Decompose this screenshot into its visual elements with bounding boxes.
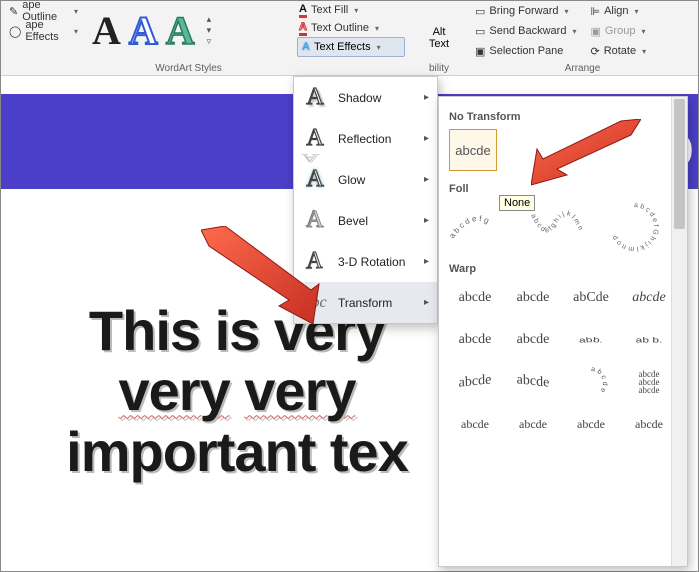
gallery-scrollbar[interactable] bbox=[671, 97, 687, 566]
follow-path-wave[interactable]: a b c d e f g h i j k l m n bbox=[527, 201, 585, 253]
shape-effects-button[interactable]: ◯ape Effects▾ bbox=[7, 21, 80, 41]
chevron-down-icon: ▾ bbox=[74, 7, 78, 16]
ribbon: ✎ape Outline▾ ◯ape Effects▾ A A A ▴ ▾ ▿ … bbox=[1, 1, 698, 76]
chevron-down-icon: ▾ bbox=[377, 43, 381, 52]
warp-thumb[interactable]: abcde bbox=[449, 407, 501, 441]
menu-shadow[interactable]: AShadow▸ bbox=[294, 77, 437, 118]
text-effects-group: AText Fill▾ AText Outline▾ AText Effects… bbox=[291, 1, 411, 75]
gallery-up-icon[interactable]: ▴ bbox=[207, 14, 212, 25]
text-outline-icon: A bbox=[299, 21, 307, 36]
bring-forward-button[interactable]: ▭Bring Forward▾ bbox=[473, 1, 578, 21]
svg-text:a b c d e f G h i j k l m n o: a b c d e f G h i j k l m n o p bbox=[611, 202, 659, 252]
warp-thumb[interactable]: abcde bbox=[565, 407, 617, 441]
wordart-style-3[interactable]: A bbox=[166, 11, 195, 51]
warp-thumb[interactable]: a b c d e bbox=[565, 365, 617, 399]
align-button[interactable]: ⊫Align▾ bbox=[588, 1, 648, 21]
rotate-button[interactable]: ⟳Rotate▾ bbox=[588, 41, 648, 61]
chevron-down-icon: ▾ bbox=[74, 27, 78, 36]
warp-thumb[interactable]: abcdeabcdeabcde bbox=[623, 365, 671, 399]
warp-thumb[interactable]: abcde bbox=[449, 362, 501, 401]
section-no-transform: No Transform bbox=[449, 111, 667, 123]
gallery-down-icon[interactable]: ▾ bbox=[207, 25, 212, 36]
chevron-down-icon: ▾ bbox=[354, 6, 358, 15]
wordart-style-2[interactable]: A bbox=[129, 11, 158, 51]
text-fill-button[interactable]: AText Fill▾ bbox=[297, 1, 405, 19]
menu-transform[interactable]: abcTransform▸ bbox=[294, 282, 437, 323]
transform-gallery: No Transform abcde Foll a b c d e f g a … bbox=[438, 96, 688, 567]
scrollbar-thumb[interactable] bbox=[674, 99, 685, 229]
warp-thumb[interactable]: abcde bbox=[507, 362, 559, 401]
menu-3d-rotation[interactable]: A3-D Rotation▸ bbox=[294, 241, 437, 282]
svg-text:a b c d e: a b c d e bbox=[591, 367, 608, 393]
section-warp: Warp bbox=[449, 263, 667, 275]
bring-forward-icon: ▭ bbox=[475, 5, 485, 18]
transform-none-thumb[interactable]: abcde bbox=[449, 129, 497, 171]
shape-styles-group: ✎ape Outline▾ ◯ape Effects▾ bbox=[1, 1, 86, 75]
shape-outline-button[interactable]: ✎ape Outline▾ bbox=[7, 1, 80, 21]
alt-text-button[interactable]: Alt Text bbox=[429, 26, 449, 50]
warp-thumb[interactable]: abcde bbox=[449, 323, 501, 357]
document-body-text[interactable]: This is very very very important tex bbox=[37, 301, 437, 482]
menu-glow[interactable]: AGlow▸ bbox=[294, 159, 437, 200]
warp-thumb[interactable]: abb. bbox=[565, 323, 617, 357]
warp-thumb[interactable]: abcde bbox=[623, 407, 671, 441]
chevron-right-icon: ▸ bbox=[424, 92, 429, 103]
warp-thumb[interactable]: abcde bbox=[507, 281, 559, 315]
align-icon: ⊫ bbox=[590, 5, 600, 18]
text-fill-icon: A bbox=[299, 3, 307, 18]
group-label: WordArt Styles bbox=[86, 63, 291, 74]
effects-icon: ◯ bbox=[9, 25, 21, 38]
menu-reflection[interactable]: AAReflection▸ bbox=[294, 118, 437, 159]
text-outline-button[interactable]: AText Outline▾ bbox=[297, 19, 405, 37]
group-button[interactable]: ▣Group▾ bbox=[588, 21, 648, 41]
pen-icon: ✎ bbox=[9, 5, 18, 18]
warp-thumb[interactable]: ab b. bbox=[623, 323, 671, 357]
menu-bevel[interactable]: ABevel▸ bbox=[294, 200, 437, 241]
warp-thumb[interactable]: abcde bbox=[507, 407, 559, 441]
wordart-style-1[interactable]: A bbox=[92, 11, 121, 51]
warp-thumb[interactable]: abCde bbox=[565, 281, 617, 315]
warp-thumb[interactable]: abcde bbox=[623, 281, 671, 315]
warp-thumb[interactable]: abcde bbox=[449, 281, 501, 315]
follow-path-circle[interactable]: a b c d e f G h i j k l m n o p bbox=[605, 201, 663, 253]
section-follow-path: Foll bbox=[449, 183, 667, 195]
text-effects-button[interactable]: AText Effects▾ bbox=[297, 37, 405, 57]
send-backward-icon: ▭ bbox=[475, 25, 485, 38]
warp-thumb[interactable]: abcde bbox=[507, 323, 559, 357]
chevron-down-icon: ▾ bbox=[375, 24, 379, 33]
svg-text:a b c d e f g: a b c d e f g bbox=[449, 214, 490, 240]
selection-pane-icon: ▣ bbox=[475, 45, 485, 58]
svg-text:a b c d e f g h i j k l m n: a b c d e f g h i j k l m n bbox=[529, 210, 584, 234]
group-icon: ▣ bbox=[590, 25, 600, 38]
accessibility-group: Alt Text bility bbox=[411, 1, 467, 75]
tooltip-none: None bbox=[499, 195, 535, 211]
gallery-more-icon[interactable]: ▿ bbox=[207, 36, 212, 47]
wordart-styles-group: A A A ▴ ▾ ▿ WordArt Styles bbox=[86, 1, 291, 75]
text-effects-icon: A bbox=[302, 41, 310, 53]
text-effects-menu: AShadow▸ AAReflection▸ AGlow▸ ABevel▸ A3… bbox=[293, 76, 438, 324]
warp-grid: abcde abcde abCde abcde abcde abcde abb.… bbox=[449, 281, 667, 441]
rotate-icon: ⟳ bbox=[590, 45, 599, 58]
send-backward-button[interactable]: ▭Send Backward▾ bbox=[473, 21, 578, 41]
selection-pane-button[interactable]: ▣Selection Pane bbox=[473, 41, 578, 61]
arrange-group: ▭Bring Forward▾ ▭Send Backward▾ ▣Selecti… bbox=[467, 1, 698, 75]
